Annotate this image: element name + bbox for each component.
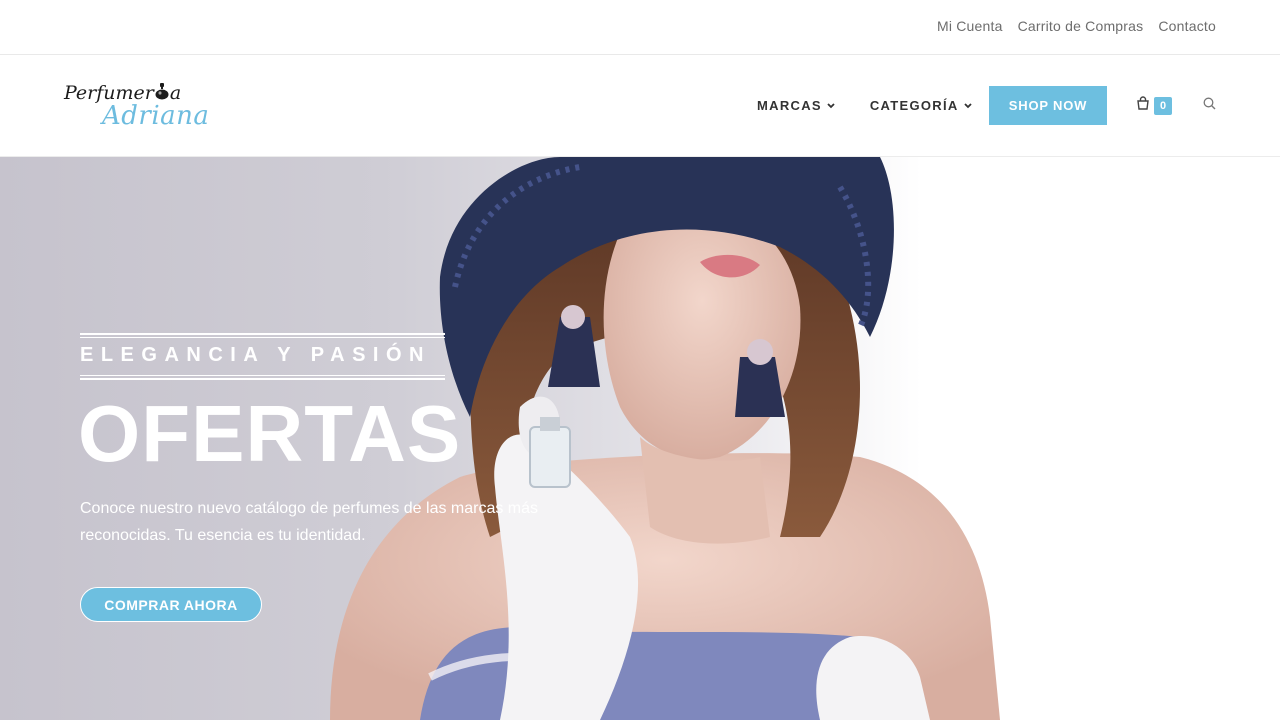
logo-line-2: Adriana (102, 101, 210, 131)
search-icon (1203, 97, 1216, 114)
tagline-rule-bottom-thin (80, 375, 445, 376)
hero-tagline-block: ELEGANCIA Y PASIÓN (80, 333, 445, 380)
nav-item-marcas[interactable]: MARCAS (757, 98, 835, 113)
shopping-cart-link[interactable]: Carrito de Compras (1018, 18, 1144, 34)
nav-item-categoria[interactable]: CATEGORÍA (870, 98, 972, 113)
shop-now-button[interactable]: SHOP NOW (989, 86, 1107, 125)
search-button[interactable] (1203, 97, 1216, 115)
hero-description: Conoce nuestro nuevo catálogo de perfume… (80, 500, 539, 544)
tagline-rule-bottom (80, 378, 445, 380)
tagline-rule-top (80, 333, 445, 335)
my-account-link[interactable]: Mi Cuenta (937, 18, 1003, 34)
top-bar: Mi Cuenta Carrito de Compras Contacto (0, 0, 1280, 55)
nav-label-marcas: MARCAS (757, 98, 822, 113)
chevron-down-icon (827, 102, 835, 109)
shopping-bag-icon (1136, 96, 1150, 115)
buy-now-button[interactable]: COMPRAR AHORA (80, 587, 262, 622)
hero-tagline: ELEGANCIA Y PASIÓN (80, 344, 431, 366)
hero-title: OFERTAS (78, 389, 462, 478)
hero-slider: ELEGANCIA Y PASIÓN OFERTAS Conoce nuestr… (0, 157, 1280, 720)
cart-count-badge: 0 (1154, 96, 1172, 115)
top-links: Mi Cuenta Carrito de Compras Contacto (937, 18, 1216, 34)
nav-label-categoria: CATEGORÍA (869, 98, 959, 113)
contact-link[interactable]: Contacto (1158, 18, 1216, 34)
chevron-down-icon (963, 102, 972, 109)
main-nav: MARCAS CATEGORÍA (757, 98, 972, 113)
main-header: Perfumer a Adriana MARCAS CATEGORÍA SHOP … (0, 56, 1280, 157)
cart-button[interactable]: 0 (1136, 96, 1172, 115)
site-logo[interactable]: Perfumer a Adriana (64, 78, 214, 138)
